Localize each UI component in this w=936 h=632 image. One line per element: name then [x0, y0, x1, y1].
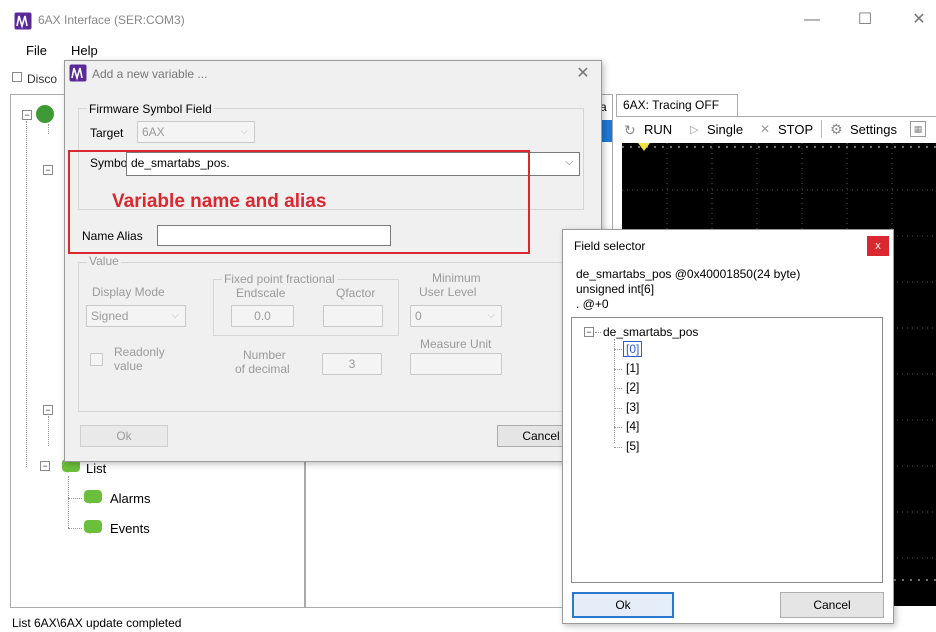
tree-line	[614, 446, 622, 448]
symbol-info-line: de_smartabs_pos @0x40001850(24 byte)	[576, 267, 801, 281]
min-user-level-label-line1: Minimum	[432, 271, 481, 285]
run-button[interactable]: RUN	[644, 122, 672, 137]
single-icon: ▷	[690, 124, 699, 136]
single-button[interactable]: Single	[707, 122, 743, 137]
tree-line	[614, 368, 622, 370]
field-selector-ok-button[interactable]: Ok	[572, 592, 674, 618]
field-tree-root[interactable]: de_smartabs_pos	[603, 325, 698, 339]
min-user-level-label-line2: User Level	[419, 285, 477, 299]
tree-line	[26, 121, 27, 467]
alarms-node-icon	[84, 490, 102, 504]
run-icon: ↻	[624, 122, 636, 138]
firmware-group-label: Firmware Symbol Field	[87, 102, 214, 116]
field-selector-cancel-button[interactable]: Cancel	[780, 592, 884, 618]
decimal-label-line2: of decimal	[235, 362, 290, 376]
tree-line	[48, 124, 49, 134]
close-window-button[interactable]: ✕	[907, 8, 931, 32]
settings-gear-icon: ⚙	[830, 121, 843, 137]
tree-item-events[interactable]: Events	[110, 521, 150, 536]
field-selector-title: Field selector	[574, 239, 646, 253]
qfactor-label: Qfactor	[336, 286, 376, 300]
chevron-down-icon[interactable]: ⌵	[565, 157, 573, 168]
tab-tracing[interactable]: 6AX: Tracing OFF	[616, 94, 738, 116]
toolbar-divider	[821, 120, 822, 138]
decimal-label-line1: Number	[243, 348, 286, 362]
tree-line	[614, 388, 622, 389]
events-node-icon	[84, 520, 102, 534]
tree-collapse-icon[interactable]: −	[43, 165, 53, 175]
window-title: 6AX Interface (SER:COM3)	[38, 13, 185, 27]
dialog-title: Add a new variable ...	[92, 67, 208, 81]
stop-icon: ✕	[760, 122, 771, 136]
fixed-point-group-label: Fixed point fractional	[222, 272, 337, 286]
field-tree[interactable]	[571, 317, 883, 583]
discover-checkbox[interactable]	[12, 72, 22, 82]
chevron-down-icon: ⌵	[240, 126, 248, 137]
device-connected-icon	[36, 105, 54, 123]
discover-label: Disco	[27, 72, 58, 86]
ok-button: Ok	[80, 425, 168, 447]
min-user-level-select: 0 ⌵	[410, 305, 502, 327]
tree-collapse-icon[interactable]: −	[40, 461, 50, 471]
tree-line	[614, 427, 622, 428]
field-tree-item[interactable]: [4]	[626, 419, 639, 433]
measure-unit-label: Measure Unit	[420, 337, 492, 351]
layout-grid-icon[interactable]: ▦	[910, 121, 926, 137]
readonly-checkbox	[90, 353, 103, 366]
field-tree-item[interactable]: [1]	[626, 361, 639, 375]
field-tree-item[interactable]: [2]	[626, 380, 639, 394]
min-user-level-value: 0	[415, 309, 422, 323]
display-mode-select: Signed ⌵	[86, 305, 186, 327]
tree-collapse-icon[interactable]: −	[43, 405, 53, 415]
tree-item-list[interactable]: List	[86, 461, 106, 476]
tree-line	[595, 332, 601, 333]
dialog-app-icon	[69, 64, 87, 82]
type-info-line: unsigned int[6]	[576, 282, 655, 296]
maximize-button[interactable]: ☐	[853, 8, 877, 32]
trigger-marker-icon[interactable]	[638, 143, 650, 151]
menu-file[interactable]: File	[26, 43, 47, 58]
annotation-text: Variable name and alias	[112, 191, 327, 212]
readonly-label-line2: value	[114, 359, 143, 373]
selected-row-edge	[602, 120, 612, 142]
tree-line	[68, 476, 69, 528]
endscale-label: Endscale	[236, 286, 286, 300]
decimal-input: 3	[322, 353, 382, 375]
qfactor-input	[323, 305, 383, 327]
app-logo-icon	[14, 12, 32, 30]
target-label: Target	[90, 126, 124, 140]
tree-line	[68, 528, 82, 529]
dialog-close-button[interactable]: ✕	[572, 63, 594, 85]
target-select: 6AX ⌵	[137, 121, 255, 143]
field-tree-item[interactable]: [5]	[626, 439, 639, 453]
readonly-label-line1: Readonly	[114, 345, 165, 359]
value-group-label: Value	[87, 254, 121, 268]
tree-collapse-icon[interactable]: −	[22, 110, 32, 120]
tree-item-alarms[interactable]: Alarms	[110, 491, 150, 506]
field-tree-item[interactable]: [3]	[626, 400, 639, 414]
field-selector-close-button[interactable]: x	[867, 236, 889, 256]
menu-bar	[0, 38, 936, 62]
endscale-input: 0.0	[231, 305, 294, 327]
stop-button[interactable]: STOP	[778, 122, 813, 137]
tree-collapse-icon[interactable]: −	[584, 327, 594, 337]
tree-line	[68, 498, 82, 499]
display-mode-value: Signed	[91, 309, 129, 323]
target-value: 6AX	[142, 125, 165, 139]
tree-line	[614, 349, 622, 350]
tree-line	[614, 407, 622, 409]
minimize-button[interactable]: —	[800, 8, 824, 32]
measure-unit-input	[410, 353, 502, 375]
offset-info-line: . @+0	[576, 297, 609, 311]
settings-button[interactable]: Settings	[850, 122, 897, 137]
chevron-down-icon: ⌵	[487, 310, 495, 321]
tree-line	[48, 416, 49, 446]
field-tree-item[interactable]: [0]	[623, 341, 643, 357]
display-mode-label: Display Mode	[92, 285, 165, 299]
chevron-down-icon: ⌵	[171, 310, 179, 321]
menu-help[interactable]: Help	[71, 43, 98, 58]
